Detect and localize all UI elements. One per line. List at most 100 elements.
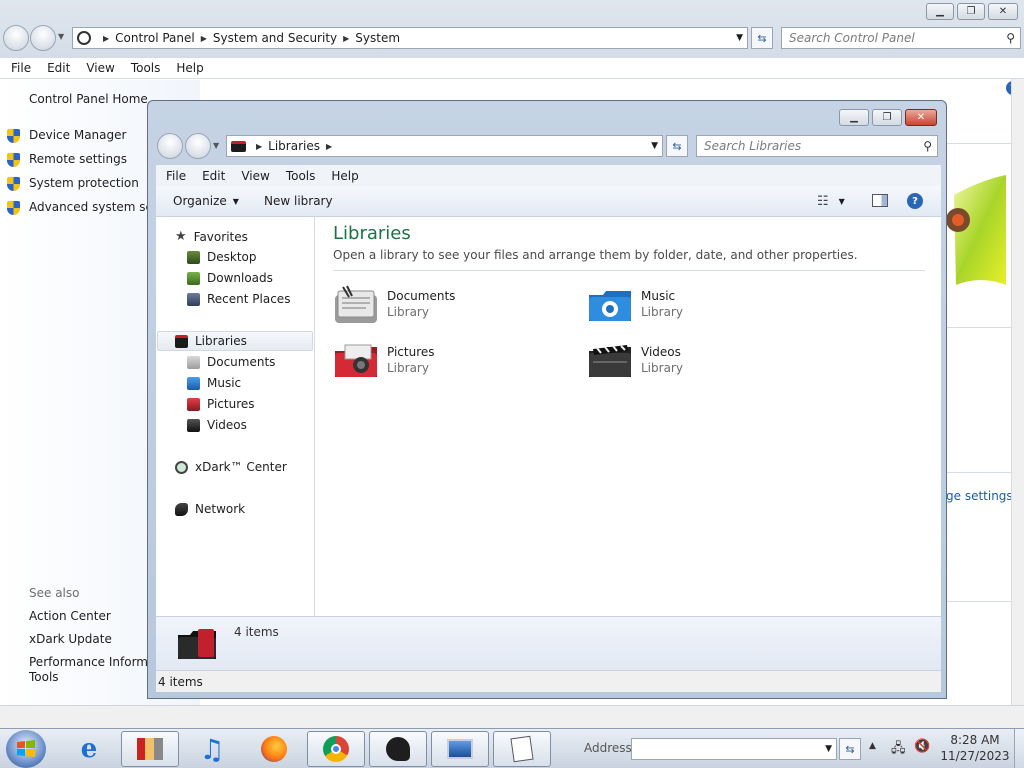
firefox-icon[interactable] [245, 731, 303, 767]
nav-xdark-center[interactable]: xDark™ Center [175, 460, 287, 474]
breadcrumb-arrow-icon: ▶ [325, 141, 333, 151]
music-library-icon [587, 285, 633, 325]
taskbar-address-input[interactable]: ▼ [631, 738, 837, 760]
network-tray-icon[interactable]: 🖧 [891, 739, 906, 761]
lib-menu-view[interactable]: View [233, 169, 277, 183]
chevron-down-icon[interactable]: ▼ [825, 744, 832, 754]
lib-restore-button[interactable]: ❐ [872, 109, 902, 126]
cp-link-device-manager[interactable]: Device Manager [29, 128, 126, 142]
cp-menu-help[interactable]: Help [168, 61, 211, 75]
cp-refresh-icon[interactable]: ⇆ [751, 27, 773, 49]
library-tile-videos[interactable]: Videos Library [587, 341, 817, 387]
nav-favorites[interactable]: ★ Favorites [175, 229, 248, 244]
cp-menu-edit[interactable]: Edit [39, 61, 78, 75]
help-icon[interactable]: ? [907, 193, 923, 209]
cp-link-performance-tools[interactable]: Tools [29, 670, 59, 684]
taskbar-libraries-button[interactable] [121, 731, 179, 767]
clock-time[interactable]: 8:28 AM [940, 733, 1010, 747]
lib-recent-pages-icon[interactable]: ▼ [213, 141, 219, 150]
music-player-icon[interactable]: ♫ [183, 731, 241, 767]
lib-status-bar: 4 items [156, 670, 941, 692]
control-panel-icon [77, 31, 91, 45]
nav-desktop[interactable]: Desktop [187, 250, 257, 264]
lib-refresh-icon[interactable]: ⇆ [666, 135, 688, 157]
new-library-button[interactable]: New library [264, 194, 333, 208]
cp-breadcrumb-control-panel[interactable]: Control Panel [115, 31, 195, 45]
cp-home-link[interactable]: Control Panel Home [29, 92, 148, 106]
uac-shield-icon [7, 129, 20, 143]
organize-label: Organize [173, 194, 227, 208]
cp-menu-view[interactable]: View [78, 61, 122, 75]
cp-link-action-center[interactable]: Action Center [29, 609, 111, 623]
lib-breadcrumb-libraries[interactable]: Libraries [268, 139, 320, 153]
internet-explorer-icon[interactable]: e [60, 731, 118, 767]
lib-menu-help[interactable]: Help [323, 169, 366, 183]
chevron-down-icon[interactable]: ▼ [651, 141, 658, 151]
lib-search-placeholder: Search Libraries [704, 139, 802, 153]
cp-link-performance[interactable]: Performance Informat [29, 655, 147, 669]
volume-muted-icon[interactable]: 🔇 [914, 739, 930, 754]
lib-address-bar[interactable]: ▶ Libraries ▶ ▼ [226, 135, 663, 157]
chrome-button[interactable] [307, 731, 365, 767]
start-button[interactable] [6, 730, 46, 768]
lib-menu-edit[interactable]: Edit [194, 169, 233, 183]
cp-link-xdark-update[interactable]: xDark Update [29, 632, 112, 646]
show-hidden-icons-icon[interactable]: ▲ [869, 741, 876, 751]
search-icon[interactable]: ⚲ [923, 139, 932, 153]
nav-documents[interactable]: Documents [187, 355, 275, 369]
lib-search-input[interactable]: Search Libraries ⚲ [696, 135, 938, 157]
library-tile-documents[interactable]: Documents Library [333, 285, 563, 331]
cp-scrollbar[interactable] [1011, 79, 1024, 705]
library-tile-pictures[interactable]: Pictures Library [333, 341, 563, 387]
cp-back-button[interactable] [3, 25, 29, 51]
lib-close-button[interactable]: ✕ [905, 109, 937, 126]
nav-network[interactable]: Network [175, 502, 245, 516]
nav-music[interactable]: Music [187, 376, 241, 390]
see-also-heading: See also [29, 586, 80, 600]
organize-button[interactable]: Organize ▼ [173, 194, 239, 208]
cp-link-advanced-settings[interactable]: Advanced system setti [29, 200, 147, 214]
lib-menu-file[interactable]: File [156, 169, 194, 183]
cp-breadcrumb-system-security[interactable]: System and Security [213, 31, 337, 45]
cp-address-bar[interactable]: ▶ Control Panel ▶ System and Security ▶ … [72, 27, 748, 49]
cp-minimize-button[interactable]: ▁ [926, 3, 954, 20]
cp-breadcrumb-system[interactable]: System [355, 31, 400, 45]
library-tile-music[interactable]: Music Library [587, 285, 817, 331]
nav-libraries-label: Libraries [195, 334, 247, 348]
nav-videos[interactable]: Videos [187, 418, 247, 432]
cp-search-placeholder: Search Control Panel [789, 31, 915, 45]
nav-downloads[interactable]: Downloads [187, 271, 273, 285]
taskbar-notepad-button[interactable] [493, 731, 551, 767]
cp-restore-button[interactable]: ❐ [957, 3, 985, 20]
cp-link-remote-settings[interactable]: Remote settings [29, 152, 127, 166]
pictures-icon [187, 397, 200, 411]
nav-documents-label: Documents [207, 355, 276, 369]
nav-recent-places[interactable]: Recent Places [187, 292, 290, 306]
cp-menu-tools[interactable]: Tools [123, 61, 169, 75]
show-desktop-button[interactable] [1014, 729, 1024, 768]
lib-forward-button[interactable] [185, 133, 211, 159]
chevron-down-icon[interactable]: ▼ [736, 33, 743, 43]
cp-recent-pages-icon[interactable]: ▼ [58, 32, 64, 41]
change-view-button[interactable]: ☷ ▼ [817, 194, 845, 209]
cp-menu-file[interactable]: File [3, 61, 39, 75]
taskbar-control-panel-button[interactable] [431, 731, 489, 767]
nav-libraries[interactable]: Libraries [175, 334, 247, 348]
uac-shield-icon [7, 201, 20, 215]
cp-link-system-protection[interactable]: System protection [29, 176, 139, 190]
search-icon[interactable]: ⚲ [1006, 31, 1015, 45]
cp-forward-button[interactable] [30, 25, 56, 51]
lib-back-button[interactable] [157, 133, 183, 159]
clock-date[interactable]: 11/27/2023 [940, 749, 1010, 763]
nav-pictures[interactable]: Pictures [187, 397, 255, 411]
view-options-icon: ☷ [817, 194, 829, 209]
go-icon[interactable]: ⇆ [839, 738, 861, 760]
lib-menu-tools[interactable]: Tools [278, 169, 324, 183]
cp-link-change-settings[interactable]: ge settings [946, 489, 1013, 503]
preview-pane-icon[interactable] [872, 194, 888, 207]
lib-navigation-pane: ★ Favorites Desktop Downloads Recent Pla… [156, 217, 315, 616]
cp-search-input[interactable]: Search Control Panel ⚲ [781, 27, 1021, 49]
lib-minimize-button[interactable]: ▁ [839, 109, 869, 126]
cp-close-button[interactable]: ✕ [988, 3, 1018, 20]
taskbar-app-button[interactable] [369, 731, 427, 767]
